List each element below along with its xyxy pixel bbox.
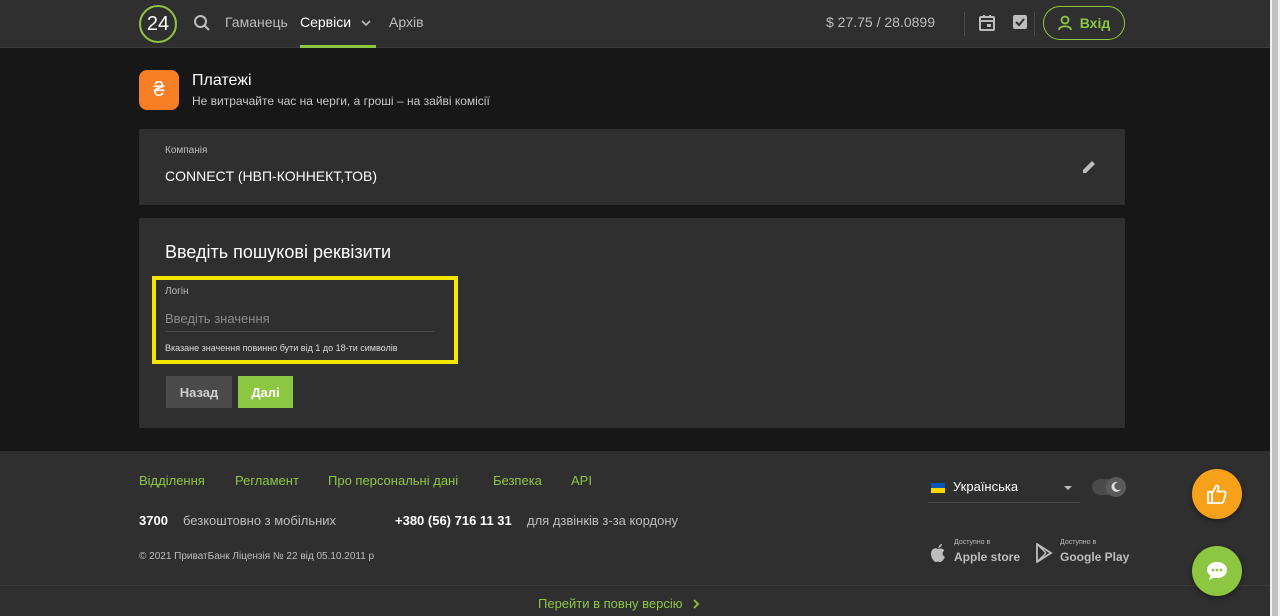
edit-icon[interactable] [1081, 159, 1097, 175]
apple-store-label: Apple store [954, 550, 1021, 564]
thumbs-up-icon [1207, 484, 1227, 504]
caret-down-icon [1064, 486, 1072, 490]
footer-divider [0, 585, 1270, 586]
back-button[interactable]: Назад [166, 376, 232, 408]
footer-link-branches[interactable]: Відділення [139, 473, 205, 488]
footer-link-regulations[interactable]: Регламент [235, 473, 299, 488]
language-select[interactable]: Українська [928, 473, 1080, 503]
page-title: Платежі [192, 72, 252, 89]
apple-icon [931, 544, 945, 562]
full-version-label: Перейти в повну версію [538, 596, 683, 611]
hryvnia-icon: ₴ [153, 78, 165, 101]
phone-long[interactable]: +380 (56) 716 11 31 [395, 513, 512, 528]
company-label: Компанія [165, 145, 208, 156]
company-card: Компанія CONNECT (НВП-КОННЕКТ,ТОВ) [139, 129, 1125, 205]
payments-icon: ₴ [139, 70, 179, 110]
top-header: 24 Гаманець Сервіси Архів $ 27.75 / 28.0… [0, 0, 1270, 48]
ukraine-flag-icon [931, 483, 945, 493]
full-version-link[interactable]: Перейти в повну версію [538, 596, 700, 611]
next-button[interactable]: Далі [238, 376, 293, 408]
phone-long-desc: для дзвінків з-за кордону [527, 513, 679, 528]
logo-text: 24 [146, 12, 170, 35]
google-play-label: Google Play [1060, 550, 1130, 564]
login-button[interactable]: Вхід [1043, 6, 1125, 40]
login-label: Вхід [1079, 15, 1111, 31]
chevron-right-icon [693, 598, 700, 609]
search-form-card: Введіть пошукові реквізити Логін Вказане… [139, 218, 1125, 428]
nav-wallet[interactable]: Гаманець [225, 14, 288, 30]
footer: Відділення Регламент Про персональні дан… [0, 451, 1270, 616]
nav-archive[interactable]: Архів [389, 14, 424, 30]
calendar-icon[interactable] [978, 14, 996, 32]
login-field-label: Логін [165, 286, 189, 297]
login-input[interactable] [165, 306, 435, 332]
chat-icon [1207, 562, 1227, 580]
footer-link-api[interactable]: API [571, 473, 592, 488]
scrollbar-thumb[interactable] [1272, 0, 1278, 616]
google-play-link[interactable]: Доступно в Google Play [1035, 539, 1130, 567]
apple-store-link[interactable]: Доступно в Apple store [929, 539, 1021, 567]
copyright: © 2021 ПриватБанк Ліцензія № 22 від 05.1… [139, 551, 375, 562]
language-label: Українська [953, 479, 1019, 494]
phone-short-desc: безкоштовно з мобільних [183, 513, 337, 528]
chat-button[interactable] [1192, 546, 1242, 596]
page-subtitle: Не витрачайте час на черги, а гроші – на… [192, 94, 490, 108]
checklist-icon[interactable] [1012, 14, 1028, 30]
apple-store-small: Доступно в [954, 539, 991, 546]
moon-icon[interactable] [1106, 477, 1126, 497]
user-icon [1057, 15, 1072, 31]
footer-link-security[interactable]: Безпека [493, 473, 542, 488]
form-title: Введіть пошукові реквізити [165, 242, 392, 262]
company-value: CONNECT (НВП-КОННЕКТ,ТОВ) [165, 168, 377, 184]
google-play-icon [1036, 543, 1053, 563]
google-play-small: Доступно в [1060, 539, 1097, 546]
nav-active-underline [300, 45, 376, 48]
chevron-down-icon[interactable] [360, 17, 372, 29]
search-icon[interactable] [193, 14, 211, 32]
phone-short[interactable]: 3700 [139, 513, 168, 528]
privat24-logo[interactable]: 24 [139, 5, 177, 43]
nav-services[interactable]: Сервіси [300, 14, 351, 30]
header-divider [1034, 12, 1035, 36]
feedback-button[interactable] [1192, 469, 1242, 519]
header-divider [964, 12, 965, 36]
login-field-hint: Вказане значення повинно бути від 1 до 1… [165, 343, 398, 353]
exchange-rate: $ 27.75 / 28.0899 [826, 14, 935, 30]
footer-link-personal-data[interactable]: Про персональні дані [328, 473, 458, 488]
